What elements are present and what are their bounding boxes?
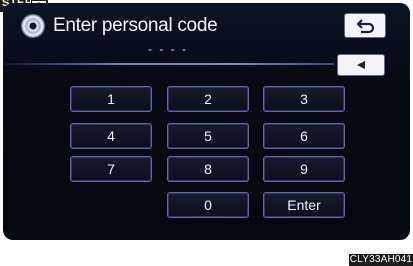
return-arrow-icon [356,19,375,34]
key-3[interactable]: 3 [263,86,345,112]
key-2[interactable]: 2 [167,86,249,112]
key-5[interactable]: 5 [167,123,249,149]
figure-code: CLY33AH041 [349,254,413,266]
key-0[interactable]: 0 [167,192,249,218]
delete-button[interactable] [337,54,385,76]
disc-icon [22,15,44,37]
navigation-screen: Enter personal code - - - - 1 2 3 4 5 6 … [3,3,410,240]
left-arrow-icon [357,61,365,69]
key-8[interactable]: 8 [167,156,249,182]
key-1[interactable]: 1 [70,86,152,112]
key-7[interactable]: 7 [70,156,152,182]
enter-button[interactable]: Enter [263,192,345,218]
page-title: Enter personal code [53,15,218,36]
back-button[interactable] [344,13,386,38]
key-4[interactable]: 4 [70,123,152,149]
key-6[interactable]: 6 [263,123,345,149]
key-9[interactable]: 9 [263,156,345,182]
code-display: - - - - [148,42,188,56]
divider-line [3,63,334,65]
